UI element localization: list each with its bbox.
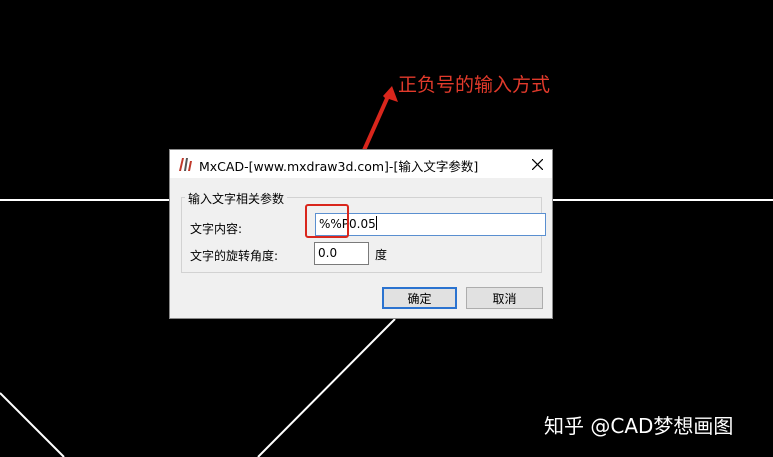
close-icon (531, 158, 543, 170)
rotation-angle-input[interactable]: 0.0 (314, 242, 369, 265)
text-content-input[interactable]: %%P0.05 (315, 213, 546, 236)
input-text-params-dialog: MxCAD-[www.mxdraw3d.com]-[输入文字参数] 输入文字相关… (169, 149, 553, 319)
dialog-titlebar[interactable]: MxCAD-[www.mxdraw3d.com]-[输入文字参数] (170, 150, 552, 178)
content-label: 文字内容: (190, 222, 243, 236)
ok-button[interactable]: 确定 (382, 287, 457, 309)
annotation-text: 正负号的输入方式 (398, 74, 551, 96)
watermark-text: 知乎 @CAD梦想画图 (544, 414, 734, 438)
app-logo-icon (179, 158, 192, 171)
dialog-title: MxCAD-[www.mxdraw3d.com]-[输入文字参数] (199, 159, 479, 174)
drawing-line-diagonal (257, 318, 396, 457)
close-button[interactable] (522, 150, 552, 178)
drawing-line-diagonal-left (0, 392, 65, 457)
cancel-button[interactable]: 取消 (466, 287, 543, 309)
angle-unit-label: 度 (375, 248, 388, 262)
highlight-box (305, 204, 349, 238)
text-caret (375, 216, 377, 230)
angle-label: 文字的旋转角度: (190, 249, 279, 263)
group-label: 输入文字相关参数 (185, 190, 288, 207)
